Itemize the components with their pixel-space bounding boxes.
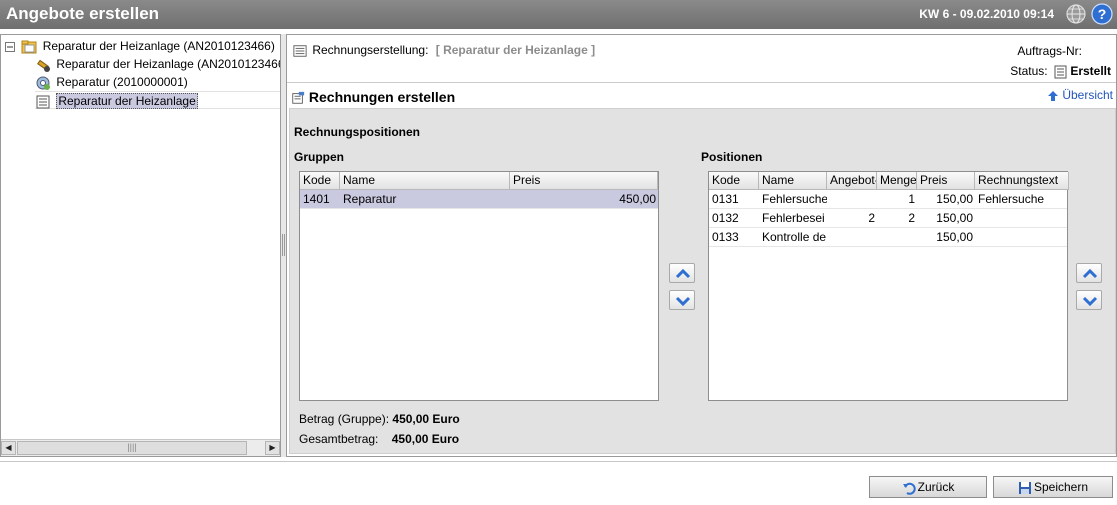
position-move-down-button[interactable] — [1076, 290, 1102, 310]
tree-item-root[interactable]: Reparatur der Heizanlage (AN2010123466) — [5, 37, 275, 55]
cell-angebot: 2 — [868, 211, 875, 225]
groups-title: Gruppen — [294, 150, 344, 164]
cell-angebot — [827, 190, 877, 208]
cell-name: Reparatur — [343, 192, 397, 206]
group-move-up-button[interactable] — [669, 263, 695, 283]
chevron-up-icon — [675, 268, 691, 279]
table-row[interactable]: 0132 Fehlerbesei 2 2 150,00 — [709, 209, 1067, 228]
cell-name: Fehlerbesei — [762, 211, 825, 225]
tree-item-invoice[interactable]: Reparatur der Heizanlage — [35, 91, 280, 109]
gear-icon — [36, 76, 50, 90]
scroll-thumb[interactable]: |||| — [17, 441, 247, 455]
scroll-left-icon[interactable]: ◀ — [1, 441, 16, 455]
cell-kode: 1401 — [303, 192, 330, 206]
position-move-up-button[interactable] — [1076, 263, 1102, 283]
overview-link[interactable]: Übersicht — [1047, 88, 1113, 102]
tree-item-label: Reparatur der Heizanlage (AN2010123466) — [56, 57, 281, 71]
header-value: [ Reparatur der Heizanlage ] — [435, 43, 596, 57]
status-row: Status: Erstellt — [1010, 64, 1111, 79]
total-amount-label: Gesamtbetrag: — [299, 432, 379, 446]
arrow-up-icon — [1047, 90, 1058, 101]
cell-name: Fehlersuche — [762, 192, 827, 206]
table-row[interactable]: 0133 Kontrolle de 150,00 — [709, 228, 1067, 247]
section-title: Rechnungen erstellen — [291, 89, 455, 105]
cell-kode: 0133 — [712, 230, 739, 244]
table-header: Kode Name Preis — [300, 172, 658, 190]
group-amount-label: Betrag (Gruppe): — [299, 412, 390, 426]
document-icon — [1054, 65, 1067, 79]
order-number-label: Auftrags-Nr: — [1017, 44, 1082, 58]
globe-icon[interactable] — [1065, 3, 1087, 25]
column-kode[interactable]: Kode — [300, 172, 340, 190]
cell-kode: 0131 — [712, 192, 739, 206]
tree-item-offer[interactable]: Reparatur der Heizanlage (AN2010123466) — [35, 55, 281, 73]
column-preis[interactable]: Preis — [510, 172, 658, 190]
save-disk-icon — [1018, 481, 1031, 494]
chevron-down-icon — [675, 296, 691, 307]
positions-title: Positionen — [701, 150, 763, 164]
positions-table: Kode Name Angebot- Menge Preis Rechnungs… — [708, 171, 1069, 401]
undo-icon — [902, 482, 916, 495]
cell-rechnungstext: Fehlersuche — [978, 192, 1045, 206]
cell-preis: 150,00 — [936, 192, 973, 206]
cell-rechnungstext — [975, 209, 1069, 227]
cell-menge: 2 — [908, 211, 915, 225]
header-label: Rechnungserstellung: — [312, 43, 429, 57]
folder-icon — [21, 40, 37, 54]
table-row[interactable]: 0131 Fehlersuche 1 150,00 Fehlersuche — [709, 190, 1067, 209]
document-list-icon — [36, 95, 50, 109]
navigation-tree: Reparatur der Heizanlage (AN2010123466) … — [0, 34, 281, 457]
content-pane: Rechnungserstellung: [ Reparatur der Hei… — [286, 34, 1117, 457]
cell-preis: 450,00 — [619, 192, 656, 206]
chevron-down-icon — [1082, 296, 1098, 307]
group-amount: Betrag (Gruppe): 450,00 Euro — [299, 412, 460, 426]
cell-name: Kontrolle de — [762, 230, 827, 244]
column-menge[interactable]: Menge — [877, 172, 917, 190]
column-rechnungstext[interactable]: Rechnungstext — [975, 172, 1069, 190]
cell-menge — [877, 228, 917, 246]
cell-angebot — [827, 228, 877, 246]
invoice-positions-panel: Rechnungspositionen Gruppen Positionen K… — [289, 108, 1116, 454]
groups-table: Kode Name Preis 1401 Reparatur 450,00 — [299, 171, 659, 401]
scroll-right-icon[interactable]: ▶ — [265, 441, 280, 455]
help-icon[interactable]: ? — [1091, 3, 1113, 25]
app-title: Angebote erstellen — [6, 4, 160, 23]
tree-item-label: Reparatur der Heizanlage (AN2010123466) — [42, 39, 275, 53]
subtitle: Rechnungspositionen — [294, 125, 420, 139]
cell-kode: 0132 — [712, 211, 739, 225]
group-move-down-button[interactable] — [669, 290, 695, 310]
tree-item-label: Reparatur der Heizanlage — [56, 93, 198, 109]
collapse-icon[interactable] — [5, 41, 15, 52]
title-bar: Angebote erstellen KW 6 - 09.02.2010 09:… — [0, 0, 1117, 29]
cell-preis: 150,00 — [936, 211, 973, 225]
save-button[interactable]: Speichern — [993, 476, 1113, 498]
column-preis[interactable]: Preis — [917, 172, 975, 190]
svg-text:?: ? — [1098, 6, 1107, 22]
cell-preis: 150,00 — [936, 230, 973, 244]
cell-menge: 1 — [908, 192, 915, 206]
status-value: Erstellt — [1070, 64, 1111, 78]
cell-rechnungstext — [975, 228, 1069, 246]
tree-item-label: Reparatur (2010000001) — [56, 75, 188, 89]
total-amount: Gesamtbetrag: 450,00 Euro — [299, 432, 459, 446]
table-header: Kode Name Angebot- Menge Preis Rechnungs… — [709, 172, 1069, 190]
invoice-header: Rechnungserstellung: [ Reparatur der Hei… — [293, 43, 595, 58]
document-list-icon — [293, 45, 307, 57]
column-name[interactable]: Name — [759, 172, 827, 190]
horizontal-scrollbar[interactable]: ◀ |||| ▶ — [1, 439, 280, 456]
invoice-create-icon — [292, 92, 305, 104]
table-row[interactable]: 1401 Reparatur 450,00 — [300, 190, 658, 209]
column-name[interactable]: Name — [340, 172, 510, 190]
column-angebot[interactable]: Angebot- — [827, 172, 877, 190]
status-label: Status: — [1010, 64, 1048, 78]
column-kode[interactable]: Kode — [709, 172, 759, 190]
tree-item-repair[interactable]: Reparatur (2010000001) — [35, 73, 188, 91]
total-amount-value: 450,00 Euro — [391, 432, 460, 446]
chevron-up-icon — [1082, 268, 1098, 279]
week-date-label: KW 6 - 09.02.2010 09:14 — [919, 7, 1054, 21]
tools-icon — [37, 59, 50, 72]
group-amount-value: 450,00 Euro — [392, 412, 460, 426]
back-button[interactable]: Zurück — [869, 476, 987, 498]
